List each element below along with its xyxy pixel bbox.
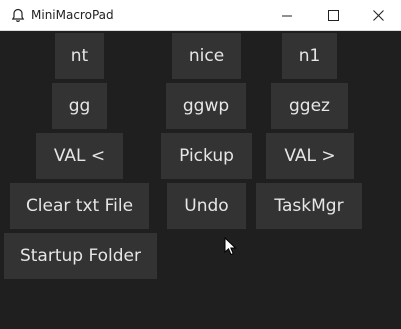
startup-folder-button[interactable]: Startup Folder xyxy=(4,233,157,279)
maximize-button[interactable] xyxy=(310,0,356,30)
close-button[interactable] xyxy=(355,0,401,30)
minimize-button[interactable] xyxy=(264,0,310,30)
clear-txt-file-button[interactable]: Clear txt File xyxy=(10,183,149,229)
gg-button[interactable]: gg xyxy=(52,83,107,129)
maximize-icon xyxy=(327,6,339,25)
undo-button[interactable]: Undo xyxy=(167,183,246,229)
nice-button[interactable]: nice xyxy=(172,33,241,79)
pickup-button[interactable]: Pickup xyxy=(161,133,252,179)
bell-icon xyxy=(10,7,26,23)
close-icon xyxy=(372,6,384,25)
window-title: MiniMacroPad xyxy=(31,8,114,22)
title-bar: MiniMacroPad xyxy=(0,0,401,31)
ggwp-button[interactable]: ggwp xyxy=(166,83,246,129)
ggez-button[interactable]: ggez xyxy=(271,83,348,129)
val-left-button[interactable]: VAL < xyxy=(36,133,123,179)
mouse-cursor-icon xyxy=(224,236,238,257)
val-right-button[interactable]: VAL > xyxy=(266,133,354,179)
n1-button[interactable]: n1 xyxy=(282,33,337,79)
taskmgr-button[interactable]: TaskMgr xyxy=(256,183,362,229)
nt-button[interactable]: nt xyxy=(55,33,104,79)
minimize-icon xyxy=(282,6,292,25)
